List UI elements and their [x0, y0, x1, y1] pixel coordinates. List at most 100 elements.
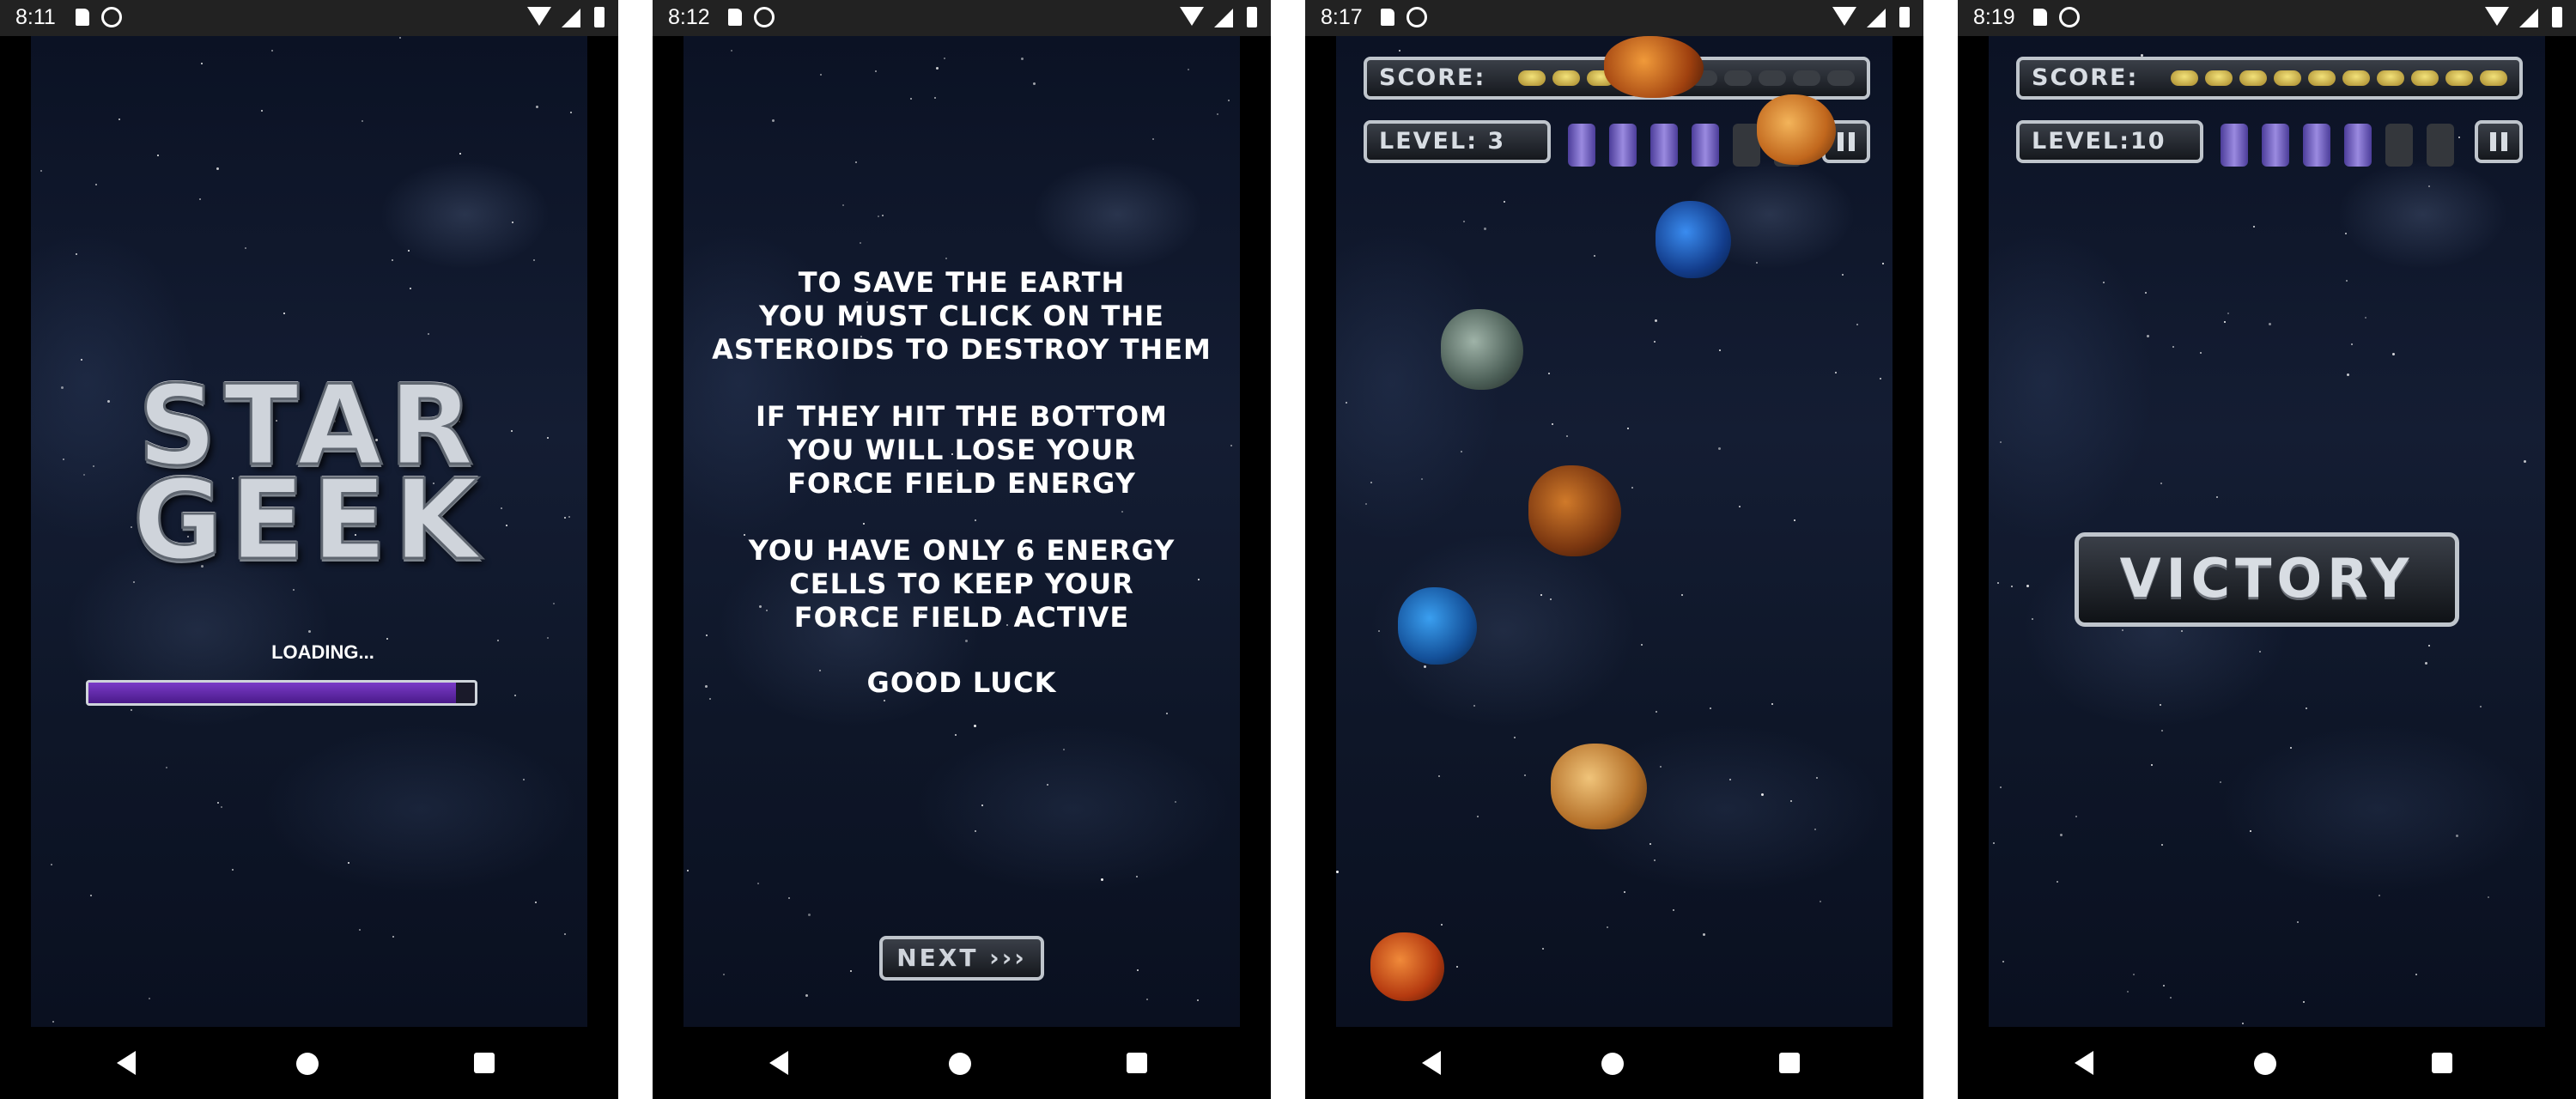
- back-icon[interactable]: [2075, 1051, 2093, 1075]
- star: [553, 603, 555, 604]
- star: [283, 313, 285, 314]
- star: [2133, 974, 2135, 975]
- star: [2524, 460, 2526, 463]
- wifi-icon: [1180, 7, 1204, 26]
- status-bar: 8:19: [1958, 0, 2576, 36]
- notification-icon: [2059, 7, 2080, 27]
- star: [2269, 323, 2271, 325]
- home-icon[interactable]: [1601, 1053, 1624, 1075]
- home-icon[interactable]: [949, 1053, 971, 1075]
- asteroid-copper[interactable]: [1528, 465, 1621, 556]
- star: [2161, 730, 2163, 732]
- status-bar: 8:12: [653, 0, 1271, 36]
- asteroid-gray[interactable]: [1441, 309, 1523, 390]
- star: [1880, 378, 1881, 379]
- score-panel: SCORE:: [2016, 57, 2523, 100]
- star: [95, 184, 97, 185]
- star: [2259, 651, 2261, 653]
- pause-icon-bar: [1849, 132, 1855, 151]
- star: [1550, 598, 1552, 600]
- star: [1146, 999, 1148, 1000]
- asteroid-orange[interactable]: [1604, 36, 1704, 98]
- star: [1228, 100, 1230, 101]
- star: [884, 700, 885, 701]
- star: [1654, 341, 1656, 343]
- star: [157, 155, 159, 156]
- score-coin: [1552, 70, 1580, 86]
- star: [1136, 876, 1138, 877]
- star: [1729, 779, 1731, 780]
- signal-icon: [1214, 9, 1233, 27]
- star: [2242, 1023, 2244, 1024]
- sd-card-icon: [1381, 9, 1394, 26]
- star: [512, 222, 513, 223]
- star: [2365, 317, 2366, 319]
- star: [2428, 645, 2430, 647]
- star: [981, 805, 983, 806]
- instructions-paragraph-1: TO SAVE THE EARTH YOU MUST CLICK ON THE …: [683, 266, 1240, 367]
- star: [1438, 775, 1440, 777]
- star: [2346, 280, 2348, 282]
- star: [51, 864, 52, 865]
- score-coin: [1793, 70, 1820, 86]
- asteroid-gold[interactable]: [1551, 744, 1647, 829]
- recents-icon[interactable]: [2432, 1053, 2452, 1073]
- back-icon[interactable]: [1422, 1051, 1441, 1075]
- star: [805, 994, 808, 997]
- star: [1217, 113, 1218, 115]
- recents-icon[interactable]: [1779, 1053, 1800, 1073]
- instruction-line: IF THEY HIT THE BOTTOM: [756, 400, 1168, 433]
- star: [392, 259, 393, 261]
- asteroid-amber[interactable]: [1757, 94, 1836, 165]
- loading-label: LOADING...: [271, 641, 374, 663]
- star: [1649, 843, 1651, 845]
- star: [533, 259, 535, 261]
- star: [772, 119, 775, 122]
- star: [1756, 262, 1758, 264]
- recents-icon[interactable]: [1127, 1053, 1147, 1073]
- asteroid-blue[interactable]: [1656, 201, 1731, 278]
- score-coin: [2239, 70, 2267, 86]
- star: [1152, 138, 1154, 140]
- star: [974, 725, 976, 727]
- instruction-line: YOU WILL LOSE YOUR: [787, 434, 1136, 466]
- star: [1820, 901, 1821, 902]
- back-icon[interactable]: [769, 1051, 788, 1075]
- star: [1660, 766, 1662, 768]
- asteroid-red[interactable]: [1370, 932, 1444, 1001]
- nav-bar: [1305, 1027, 1923, 1099]
- star: [757, 883, 759, 884]
- star: [1504, 201, 1505, 203]
- energy-cell: [1650, 124, 1678, 167]
- pause-button[interactable]: [2475, 120, 2523, 163]
- star: [1718, 447, 1721, 450]
- next-button[interactable]: NEXT ›››: [879, 936, 1044, 981]
- star: [955, 734, 957, 736]
- score-label: SCORE:: [1379, 64, 1486, 91]
- star: [2161, 844, 2163, 846]
- star: [2297, 921, 2299, 923]
- pause-icon-bar: [1838, 132, 1844, 151]
- back-icon[interactable]: [117, 1051, 136, 1075]
- star: [359, 929, 361, 931]
- recents-icon[interactable]: [474, 1053, 495, 1073]
- star: [1166, 713, 1168, 714]
- star: [1993, 842, 1995, 844]
- asteroid-blue[interactable]: [1398, 587, 1477, 665]
- notification-icon: [754, 7, 775, 27]
- score-coin: [1759, 70, 1786, 86]
- level-panel: LEVEL:10: [2016, 120, 2203, 163]
- star: [1424, 665, 1426, 668]
- home-icon[interactable]: [296, 1053, 319, 1075]
- star: [428, 333, 429, 335]
- score-coin: [2342, 70, 2370, 86]
- instruction-line: ASTEROIDS TO DESTROY THEM: [712, 333, 1212, 366]
- star: [245, 247, 246, 249]
- wifi-icon: [527, 7, 551, 26]
- instruction-line: FORCE FIELD ENERGY: [787, 467, 1136, 500]
- star: [1548, 373, 1550, 374]
- star: [2224, 321, 2226, 323]
- home-icon[interactable]: [2254, 1053, 2276, 1075]
- star: [878, 216, 879, 217]
- star: [535, 902, 537, 903]
